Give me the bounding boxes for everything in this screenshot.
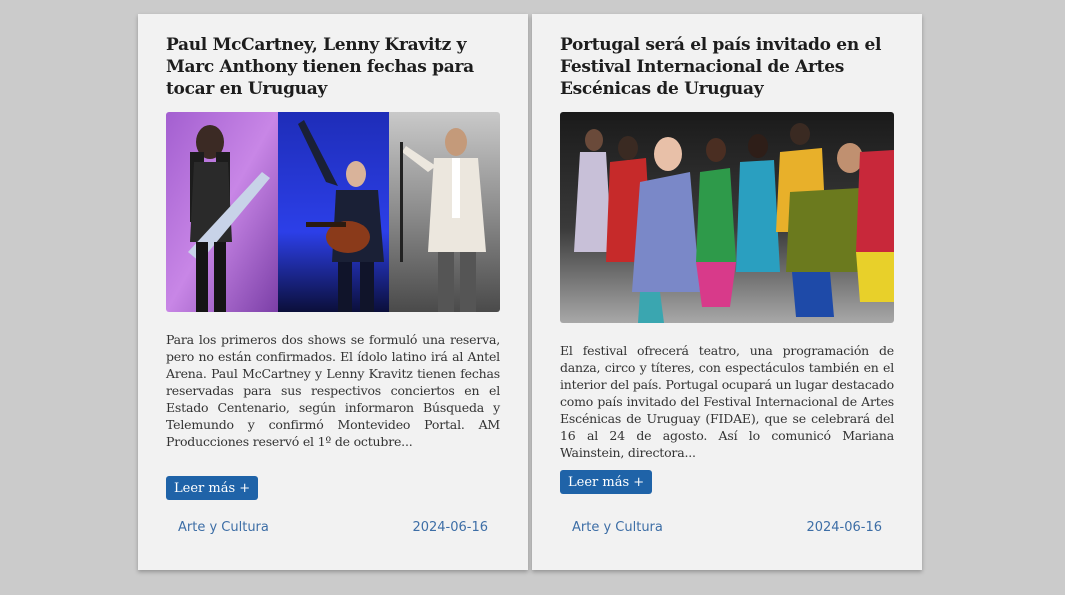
- news-card: Paul McCartney, Lenny Kravitz y Marc Ant…: [138, 14, 528, 570]
- category-link[interactable]: Arte y Cultura: [572, 520, 663, 535]
- article-title[interactable]: Paul McCartney, Lenny Kravitz y Marc Ant…: [166, 34, 506, 100]
- read-more-button[interactable]: Leer más +: [560, 470, 653, 494]
- publish-date: 2024-06-16: [412, 520, 488, 535]
- read-more-button[interactable]: Leer más +: [166, 476, 259, 500]
- article-title[interactable]: Portugal será el país invitado en el Fes…: [560, 34, 900, 100]
- article-excerpt: El festival ofrecerá teatro, una program…: [560, 343, 894, 460]
- article-image[interactable]: [560, 112, 894, 323]
- article-excerpt: Para los primeros dos shows se formuló u…: [166, 332, 500, 449]
- article-image[interactable]: [166, 112, 500, 312]
- news-card: Portugal será el país invitado en el Fes…: [532, 14, 922, 570]
- publish-date: 2024-06-16: [806, 520, 882, 535]
- category-link[interactable]: Arte y Cultura: [178, 520, 269, 535]
